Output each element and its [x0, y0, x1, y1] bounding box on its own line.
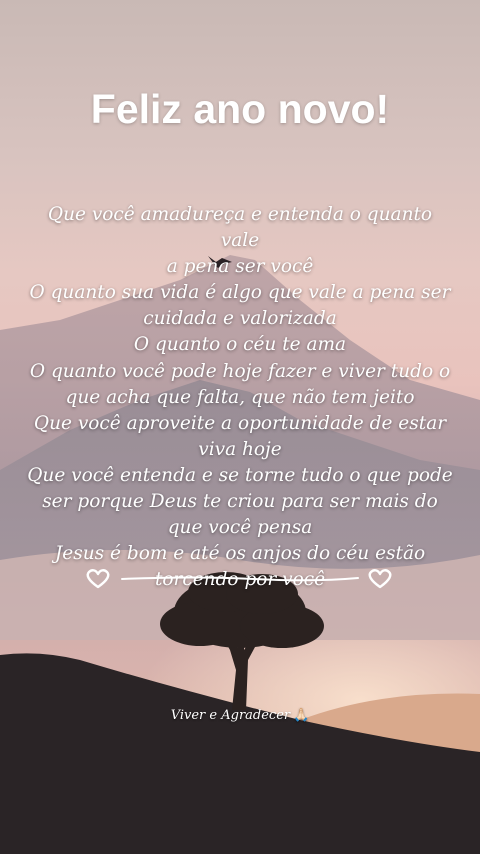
signature: Viver e Agradecer 🙏🏻	[0, 708, 480, 723]
message-line: Que você amadureça e entenda o quanto va…	[47, 204, 433, 252]
message-line: O quanto o céu te ama	[133, 334, 347, 356]
right-heart-icon	[368, 569, 392, 589]
message-line: viva hoje	[198, 438, 282, 460]
praying-hands-icon: 🙏🏻	[293, 708, 310, 723]
divider-line	[121, 576, 359, 582]
message-line: Que você aproveite a oportunidade de est…	[33, 412, 447, 434]
message-line: a pena ser você	[166, 256, 314, 278]
message-line: O quanto você pode hoje fazer e viver tu…	[29, 360, 451, 382]
message-line: ser porque Deus te criou para ser mais d…	[42, 491, 438, 513]
message-line: Que você entenda e se torne tudo o que p…	[27, 464, 453, 486]
wallpaper-post: Feliz ano novo! Que você amadureça e ent…	[0, 0, 480, 854]
heart-divider-icon	[86, 569, 392, 589]
signature-text: Viver e Agradecer	[170, 708, 291, 723]
message-line: Jesus é bom e até os anjos do céu estão	[54, 543, 426, 565]
message-line: O quanto sua vida é algo que vale a pena…	[29, 282, 451, 304]
message-line: que você pensa	[167, 517, 313, 539]
left-heart-icon	[86, 569, 110, 589]
message-text: Que você amadureça e entenda o quanto va…	[26, 202, 454, 593]
message-line: que acha que falta, que não tem jeito	[65, 386, 415, 408]
post-title: Feliz ano novo!	[90, 86, 390, 132]
message-line: cuidada e valorizada	[143, 308, 337, 330]
